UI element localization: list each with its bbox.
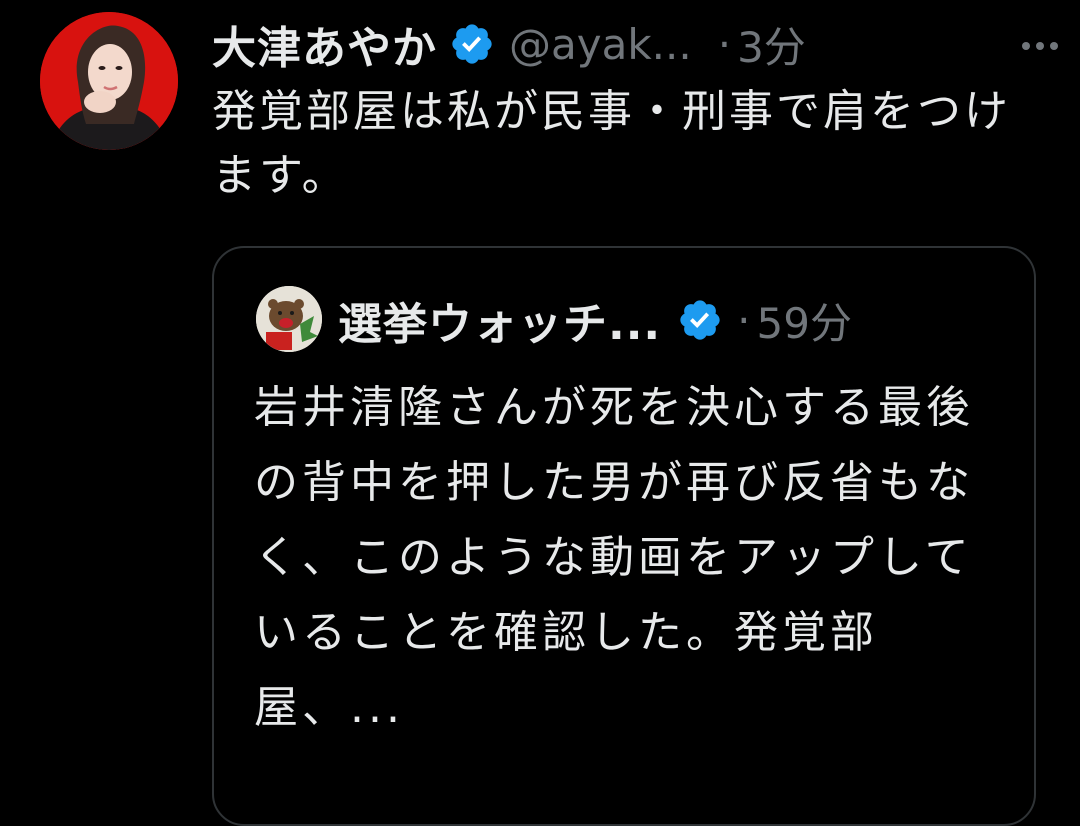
quoted-tweet-card[interactable]: 選挙ウォッチ... · 59分 岩井清隆さんが死を決心する最後の背中を押した男が… xyxy=(212,246,1036,826)
tweet[interactable]: 大津あやか @ayak... · 3分 発覚部屋は私が民事・刑事で肩をつけます。 xyxy=(0,0,1080,826)
quoted-author-avatar[interactable] xyxy=(256,286,322,352)
tweet-header: 大津あやか @ayak... · 3分 xyxy=(212,12,806,76)
tweet-timestamp[interactable]: 3分 xyxy=(737,14,806,75)
quoted-tweet-header: 選挙ウォッチ... · 59分 xyxy=(338,288,852,352)
quoted-tweet-timestamp[interactable]: 59分 xyxy=(757,290,852,351)
author-handle[interactable]: @ayak... xyxy=(509,20,692,69)
verified-badge-icon xyxy=(452,24,492,64)
author-avatar[interactable] xyxy=(40,12,178,150)
tweet-body-text: 発覚部屋は私が民事・刑事で肩をつけます。 xyxy=(212,86,1011,201)
verified-badge-icon xyxy=(680,300,720,340)
quoted-tweet-body-text: 岩井清隆さんが死を決心する最後の背中を押した男が再び反省もなく、このような動画を… xyxy=(254,382,974,733)
meta-separator: · xyxy=(737,295,751,345)
author-avatar-image xyxy=(40,12,178,150)
meta-separator: · xyxy=(717,19,732,69)
more-options-icon[interactable] xyxy=(1012,18,1068,74)
quoted-author-avatar-image xyxy=(256,286,322,352)
author-display-name[interactable]: 大津あやか xyxy=(212,12,437,76)
quoted-author-display-name[interactable]: 選挙ウォッチ... xyxy=(338,288,661,352)
